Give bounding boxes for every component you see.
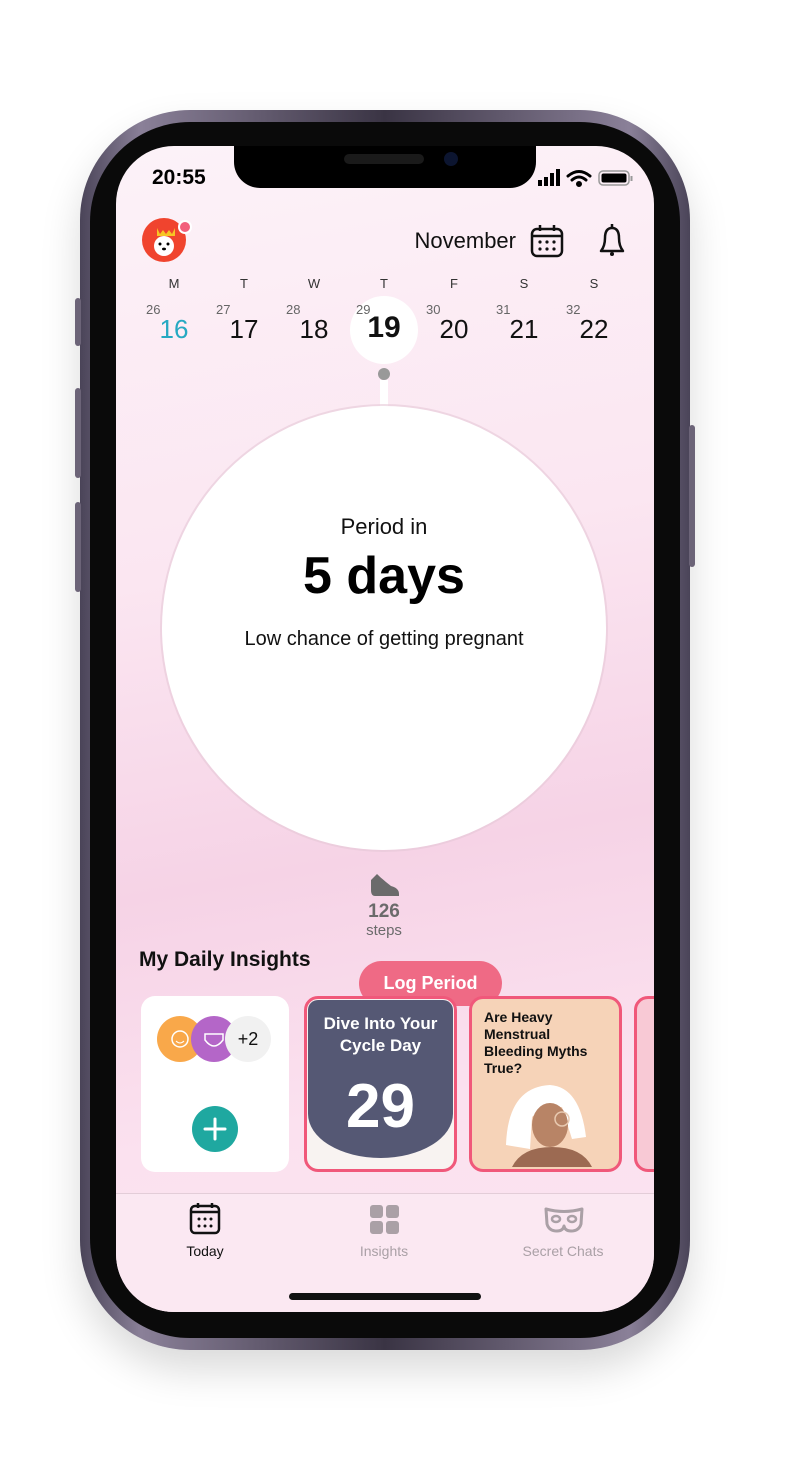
- weekday-letter: S: [589, 276, 599, 291]
- tab-insights[interactable]: Insights: [314, 1243, 454, 1259]
- tab-icon-today: [189, 1203, 221, 1235]
- log-symptoms-card[interactable]: +2: [141, 996, 289, 1172]
- date-number: 16: [159, 314, 189, 344]
- card-title: Are Heavy Menstrual Bleeding Myths True?: [484, 1009, 588, 1076]
- tab-secret-chats[interactable]: Secret Chats: [493, 1243, 633, 1259]
- notification-badge: [178, 220, 192, 234]
- tab-today[interactable]: Today: [135, 1243, 275, 1259]
- bell-icon[interactable]: [596, 222, 628, 260]
- mute-switch: [75, 298, 81, 346]
- date-number: 17: [229, 314, 259, 344]
- more-count: +2: [225, 1016, 271, 1062]
- date-number: 18: [299, 314, 329, 344]
- period-value: 5 days: [303, 547, 465, 605]
- woman-illustration: [506, 1085, 592, 1167]
- card-title: Dive Into Your Cycle Day: [323, 1014, 438, 1055]
- battery-icon: [598, 170, 633, 186]
- screen: 20:55 November M 26 16 T 27 17 W 28 18 T 29…: [116, 146, 654, 1312]
- volume-down-button: [75, 502, 81, 592]
- cycle-circle: Period in 5 days Low chance of getting p…: [162, 406, 606, 1006]
- calendar-icon[interactable]: [529, 223, 565, 259]
- plus-icon: [203, 1117, 227, 1141]
- volume-up-button: [75, 388, 81, 478]
- cycle-day-number: 29: [346, 1072, 415, 1141]
- date-number: 19: [367, 311, 401, 344]
- status-icons: [538, 169, 633, 187]
- weekday-letter: F: [450, 276, 458, 291]
- date-number: 20: [439, 314, 469, 344]
- insights-title: My Daily Insights: [139, 948, 311, 971]
- date-number: 22: [579, 314, 609, 344]
- weekday-letter: W: [307, 276, 321, 291]
- weekday-letter: S: [519, 276, 529, 291]
- pregnancy-chance: Low chance of getting pregnant: [244, 628, 524, 650]
- steps-label: steps: [366, 922, 402, 939]
- shoe-icon: [371, 874, 399, 896]
- weekday-letter: M: [168, 276, 180, 291]
- month-label[interactable]: November: [415, 228, 516, 254]
- weekday-letter: T: [240, 276, 248, 291]
- steps-count: 126: [368, 901, 400, 922]
- signal-icon: [538, 169, 560, 186]
- notch: [234, 146, 536, 188]
- wifi-icon: [566, 170, 592, 187]
- tab-icon-insights: [370, 1205, 399, 1234]
- today-marker: [378, 368, 390, 380]
- tab-icon-mask: [544, 1207, 584, 1233]
- date-number: 21: [509, 314, 539, 344]
- insight-card-partial[interactable]: [634, 996, 654, 1172]
- add-button[interactable]: [192, 1106, 238, 1152]
- home-indicator[interactable]: [289, 1293, 481, 1300]
- insight-card-cycle-day[interactable]: Dive Into Your Cycle Day 29: [304, 996, 457, 1172]
- insight-card-heavy-bleeding[interactable]: Are Heavy Menstrual Bleeding Myths True?: [469, 996, 622, 1172]
- power-button: [689, 425, 695, 567]
- period-label: Period in: [340, 514, 428, 539]
- status-time: 20:55: [152, 166, 206, 189]
- weekday-letter: T: [380, 276, 388, 291]
